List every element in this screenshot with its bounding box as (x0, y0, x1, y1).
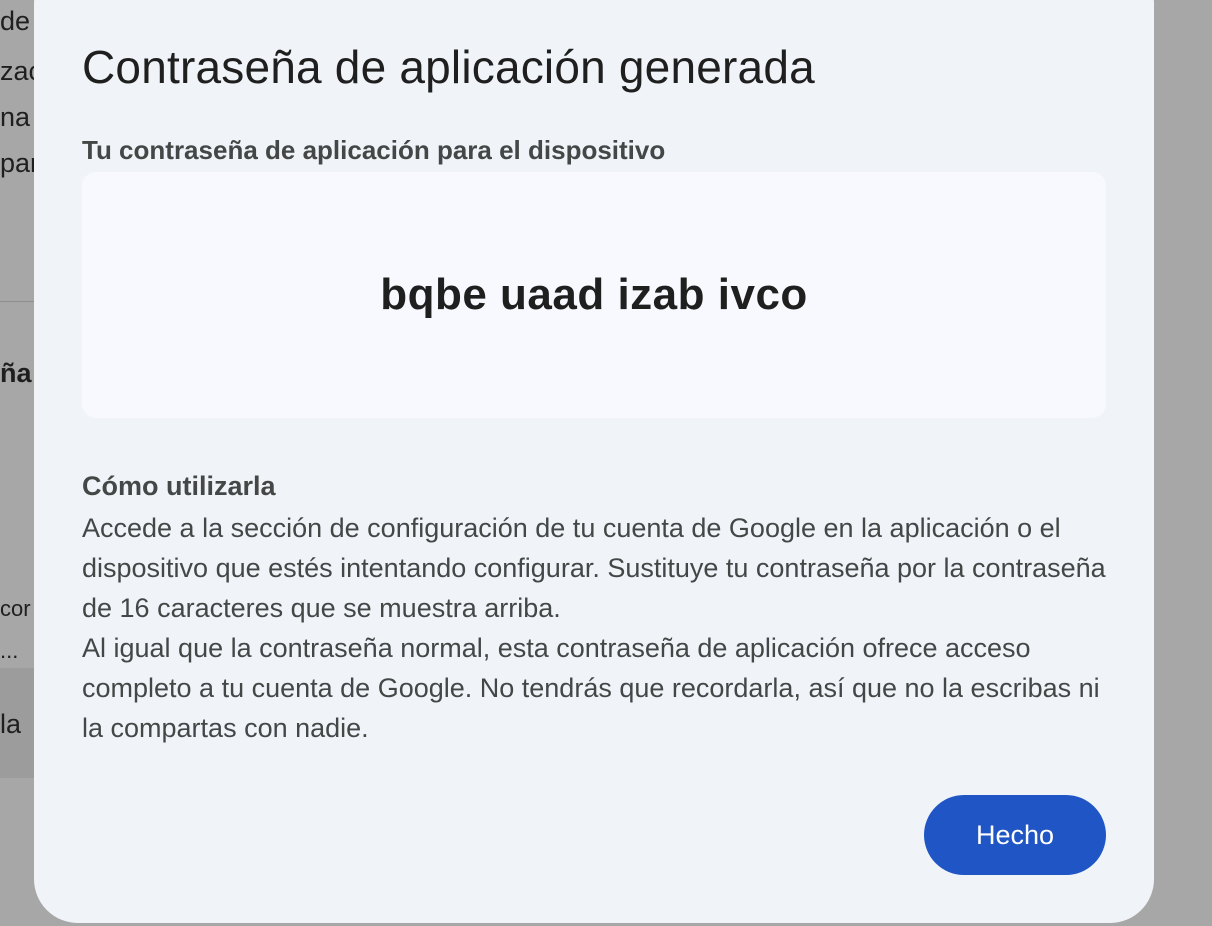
app-password-dialog: Contraseña de aplicación generada Tu con… (34, 0, 1154, 923)
done-button[interactable]: Hecho (924, 795, 1106, 875)
background-text-fragment: ... (0, 638, 19, 663)
background-text-fragment: de (0, 6, 31, 36)
background-text-fragment: la (0, 709, 22, 739)
dialog-title: Contraseña de aplicación generada (82, 41, 815, 93)
howto-paragraph: Accede a la sección de configuración de … (82, 513, 1106, 623)
background-text-fragment: cor (0, 596, 31, 621)
background-heading-fragment: ña (0, 358, 32, 388)
password-box: bqbe uaad izab ivco (82, 172, 1106, 418)
howto-instructions: Accede a la sección de configuración de … (82, 508, 1106, 748)
background-text-fragment: na (0, 102, 31, 132)
howto-title: Cómo utilizarla (82, 471, 276, 501)
password-label: Tu contraseña de aplicación para el disp… (82, 135, 666, 165)
howto-paragraph: Al igual que la contraseña normal, esta … (82, 633, 1100, 743)
generated-password[interactable]: bqbe uaad izab ivco (380, 270, 808, 320)
